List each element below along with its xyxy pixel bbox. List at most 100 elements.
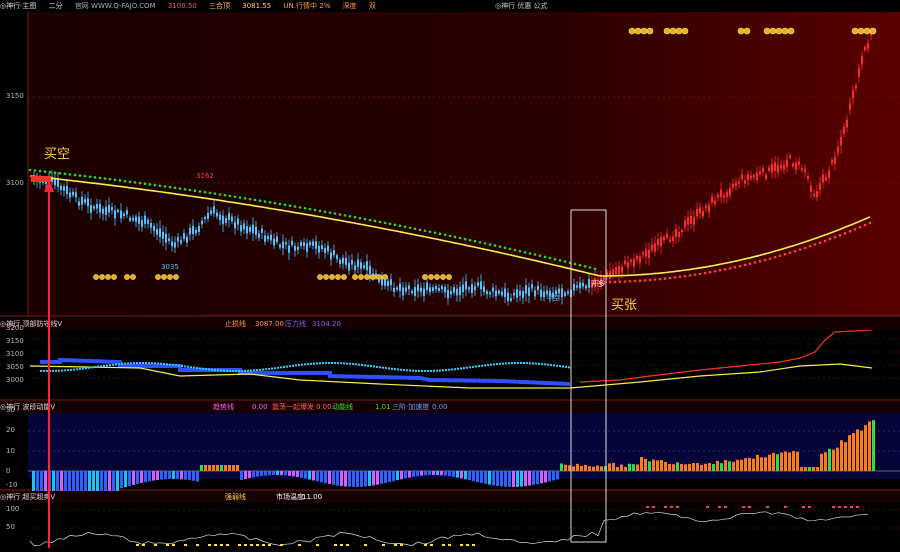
sub1-dot [223, 369, 225, 372]
candle-body [624, 260, 626, 265]
sub1-dot [361, 363, 363, 366]
ma-dot [678, 275, 682, 279]
candle-body [480, 281, 482, 290]
momentum-bar [724, 459, 727, 471]
ma-dot [28, 168, 32, 172]
oversold-marker [244, 544, 247, 546]
sub1-dot [550, 364, 552, 367]
candle-body [69, 192, 71, 198]
main-period[interactable]: 二分 [49, 2, 63, 10]
signal-badge-top [681, 27, 689, 35]
sub2-ytick-10: 10 [6, 447, 15, 455]
ma-dot [713, 269, 717, 273]
ma-dot [653, 278, 657, 281]
sub3-title[interactable]: ◎神行 超买超卖V [0, 493, 55, 501]
ma-dot [438, 232, 442, 236]
momentum-bar [624, 466, 627, 471]
ma-dot [748, 262, 752, 266]
candle-body [759, 171, 761, 175]
candle-body [54, 179, 56, 186]
candle-body [228, 212, 230, 220]
ma-dot [303, 206, 307, 210]
momentum-bar [648, 461, 651, 471]
sub1-dot [379, 366, 381, 369]
ma-dot [383, 221, 387, 225]
momentum-bar [676, 462, 679, 471]
sub1-dot [121, 362, 123, 365]
sub1-dot [406, 369, 408, 372]
ma-dot [68, 173, 72, 176]
sub1-dot [403, 369, 405, 372]
ma-dot [223, 193, 227, 197]
candle-body [681, 229, 683, 233]
oversold-marker [340, 544, 343, 546]
oversold-marker [460, 544, 463, 546]
sub1-dot [430, 369, 432, 372]
momentum-bar [552, 471, 555, 481]
oversold-marker [250, 544, 253, 546]
signal-badge [167, 274, 173, 280]
sub1-dot [277, 366, 279, 369]
sub1-dot [94, 366, 96, 369]
ma-dot [798, 248, 802, 251]
candle-body [180, 240, 182, 244]
ma-dot [693, 273, 697, 276]
sub1-dot [292, 364, 294, 367]
sub1-dot [262, 368, 264, 371]
momentum-bar [612, 463, 615, 471]
ma-dot [218, 193, 222, 196]
momentum-bar [640, 457, 643, 471]
momentum-bar [152, 471, 155, 481]
candle-body [648, 249, 650, 259]
sub1-dot [295, 364, 297, 367]
signal-badge-top [737, 27, 745, 35]
overbought-marker [724, 506, 727, 508]
sub1-dot [253, 369, 255, 372]
momentum-bar [568, 465, 571, 471]
candle-body [579, 282, 581, 289]
candle-body [99, 203, 101, 213]
momentum-bar [36, 471, 39, 491]
ma-dot [428, 230, 432, 234]
sub1-dot [241, 369, 243, 372]
momentum-bar [180, 471, 183, 480]
signal-badge [317, 274, 323, 280]
ma-dot [743, 263, 747, 267]
momentum-bar [728, 461, 731, 471]
candle-body [723, 195, 725, 198]
main-ytick-3150: 3150 [6, 92, 24, 100]
ma-dot [143, 182, 147, 186]
sub1-dot [496, 363, 498, 366]
momentum-bar [432, 471, 435, 475]
ma-dot [868, 221, 872, 225]
sub1-dot [307, 363, 309, 366]
candle-body [183, 233, 185, 239]
ma-dot [38, 169, 42, 173]
candle-body [219, 214, 221, 221]
signal-badge [335, 274, 341, 280]
ma-dot [243, 197, 247, 200]
candle-body [573, 284, 575, 291]
sub1-dot [304, 363, 306, 366]
sub1-dot [454, 368, 456, 371]
momentum-bar [144, 471, 147, 483]
momentum-bar [712, 463, 715, 471]
signal-badge-top [628, 27, 636, 35]
signal-badge [173, 274, 179, 280]
candle-body [84, 199, 86, 203]
momentum-bar [440, 471, 443, 476]
candle-body [390, 279, 392, 286]
sub2-ytick-0: 0 [6, 467, 11, 475]
ma-dot [273, 201, 277, 205]
candle-body [858, 68, 860, 77]
candle-body [663, 236, 665, 241]
sub1-dot [55, 369, 57, 372]
ma-dot [633, 279, 637, 283]
signal-badge [323, 274, 329, 280]
ma-dot [423, 229, 427, 233]
momentum-bar [124, 471, 127, 488]
momentum-bar [548, 471, 551, 482]
main-label-5: 双 [368, 2, 376, 10]
momentum-bar [596, 465, 599, 471]
candle-body [576, 285, 578, 288]
